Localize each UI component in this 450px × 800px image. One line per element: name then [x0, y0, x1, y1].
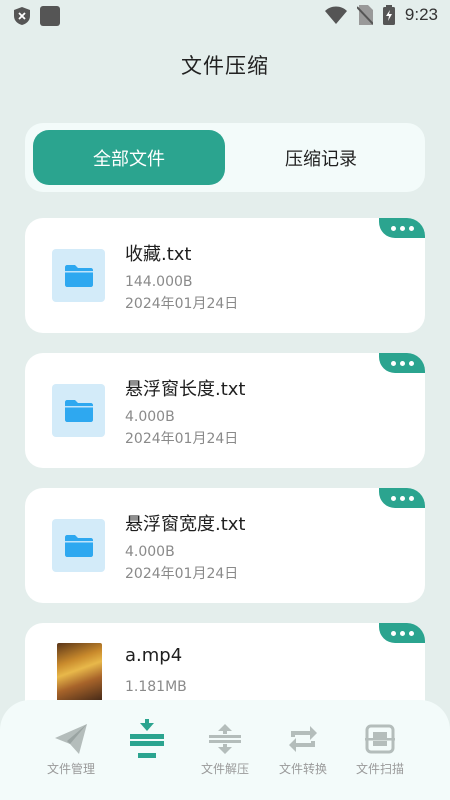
nav-scan[interactable]: 文件扫描	[341, 722, 419, 776]
more-dot-icon	[399, 225, 405, 231]
more-options-button[interactable]	[379, 488, 425, 508]
more-dot-icon	[408, 225, 414, 231]
folder-icon	[64, 264, 93, 287]
file-date: 2024年01月24日	[125, 431, 239, 447]
file-size: 4.000B	[125, 409, 175, 425]
battery-charging-icon	[382, 5, 395, 25]
more-dot-icon	[399, 360, 405, 366]
file-size: 4.000B	[125, 544, 175, 560]
folder-icon	[64, 399, 93, 422]
scan-icon	[365, 724, 395, 754]
file-thumbnail	[52, 249, 105, 302]
nav-label: 文件解压	[200, 762, 249, 776]
more-dot-icon	[408, 360, 414, 366]
more-dot-icon	[390, 495, 396, 501]
file-name: 悬浮窗宽度.txt	[125, 514, 246, 535]
file-size: 144.000B	[125, 274, 193, 290]
file-thumbnail	[52, 384, 105, 437]
nav-compress[interactable]	[108, 719, 186, 776]
video-thumbnail	[57, 643, 102, 703]
nav-label: 文件转换	[278, 762, 327, 776]
shield-icon	[14, 7, 30, 25]
file-name: a.mp4	[125, 645, 183, 666]
nav-convert[interactable]: 文件转换	[264, 722, 342, 776]
file-card[interactable]: 悬浮窗宽度.txt 4.000B 2024年01月24日	[25, 488, 425, 603]
page-title: 文件压缩	[181, 54, 269, 78]
app-square-icon	[40, 6, 60, 26]
file-thumbnail	[52, 519, 105, 572]
file-date: 2024年01月24日	[125, 296, 239, 312]
decompress-icon	[209, 724, 241, 754]
more-dot-icon	[408, 630, 414, 636]
compress-icon	[130, 719, 164, 758]
more-dot-icon	[399, 495, 405, 501]
status-bar: 9:23	[0, 0, 450, 32]
more-options-button[interactable]	[379, 353, 425, 373]
folder-icon	[64, 534, 93, 557]
more-dot-icon	[390, 225, 396, 231]
more-dot-icon	[390, 630, 396, 636]
more-dot-icon	[399, 630, 405, 636]
nav-decompress[interactable]: 文件解压	[186, 722, 264, 776]
nav-label: 文件扫描	[355, 762, 404, 776]
nav-file-manager[interactable]: 文件管理	[32, 722, 110, 776]
file-size: 1.181MB	[125, 679, 187, 695]
tab-all-files[interactable]: 全部文件	[33, 130, 225, 185]
no-sim-icon	[356, 5, 373, 25]
nav-label: 文件管理	[46, 762, 95, 776]
status-time: 9:23	[404, 5, 438, 24]
tab-compress-history[interactable]: 压缩记录	[225, 130, 417, 185]
wifi-icon	[324, 6, 347, 24]
file-name: 收藏.txt	[125, 244, 192, 265]
convert-icon	[289, 726, 317, 752]
file-card[interactable]: 悬浮窗长度.txt 4.000B 2024年01月24日	[25, 353, 425, 468]
nav-label	[108, 760, 186, 776]
paper-plane-icon	[55, 724, 87, 754]
more-dot-icon	[390, 360, 396, 366]
file-date: 2024年01月24日	[125, 566, 239, 582]
tab-switcher: 全部文件 压缩记录	[25, 123, 425, 192]
more-options-button[interactable]	[379, 218, 425, 238]
more-dot-icon	[408, 495, 414, 501]
file-card[interactable]: 收藏.txt 144.000B 2024年01月24日	[25, 218, 425, 333]
file-name: 悬浮窗长度.txt	[125, 379, 246, 400]
bottom-nav: 文件管理 文件解压 文件转换 文件扫描	[0, 700, 450, 800]
more-options-button[interactable]	[379, 623, 425, 643]
